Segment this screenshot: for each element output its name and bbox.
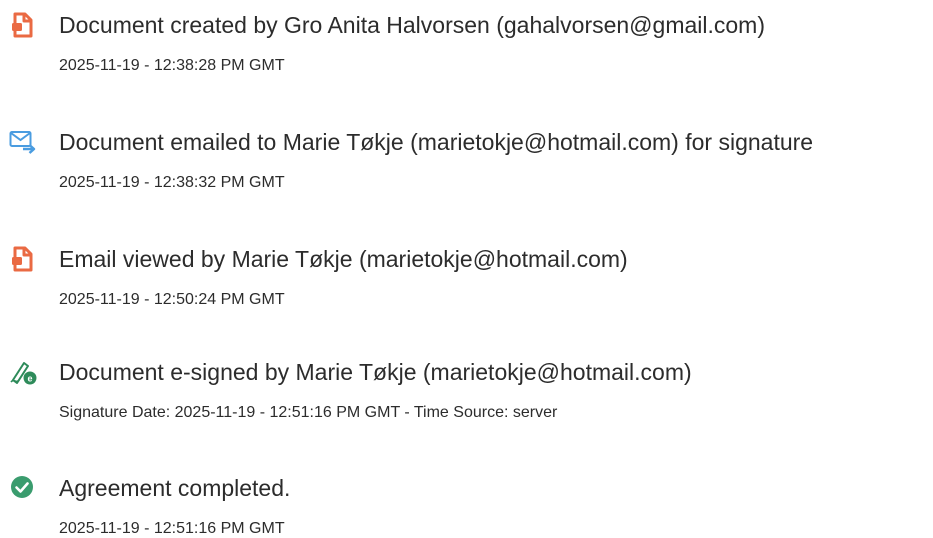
email-forward-icon: [9, 128, 37, 156]
event-title: Agreement completed.: [59, 475, 291, 501]
event-timestamp: 2025-11-19 - 12:38:28 PM GMT: [59, 57, 285, 74]
event-title: Document emailed to Marie Tøkje (marieto…: [59, 129, 814, 155]
svg-text:e: e: [27, 374, 32, 384]
event-timestamp: Signature Date: 2025-11-19 - 12:51:16 PM…: [59, 404, 558, 421]
event-title: Email viewed by Marie Tøkje (marietokje@…: [59, 246, 628, 272]
event-timestamp: 2025-11-19 - 12:38:32 PM GMT: [59, 174, 285, 191]
event-timestamp: 2025-11-19 - 12:50:24 PM GMT: [59, 291, 285, 308]
event-timestamp: 2025-11-19 - 12:51:16 PM GMT: [59, 520, 285, 537]
event-title: Document e-signed by Marie Tøkje (mariet…: [59, 359, 692, 385]
event-title: Document created by Gro Anita Halvorsen …: [59, 12, 765, 38]
e-sign-pen-icon: e: [9, 358, 37, 386]
document-icon: [9, 245, 37, 273]
checkmark-circle-icon: [9, 474, 37, 502]
document-icon: [9, 11, 37, 39]
